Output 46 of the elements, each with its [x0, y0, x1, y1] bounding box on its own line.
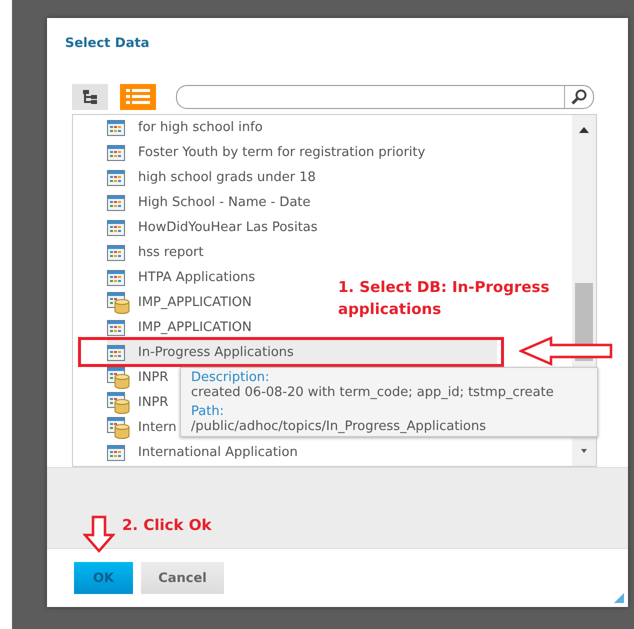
list-item[interactable]: In-Progress Applications [107, 340, 497, 365]
search-field[interactable] [176, 85, 594, 109]
search-icon[interactable] [571, 89, 587, 105]
list-item[interactable]: International Application [107, 440, 300, 465]
table-database-icon [107, 416, 131, 438]
description-label: Description: [191, 370, 270, 385]
list-item[interactable]: hss report [107, 240, 206, 265]
list-item[interactable]: HowDidYouHear Las Positas [107, 215, 320, 240]
table-icon [107, 194, 125, 210]
table-icon [107, 144, 125, 160]
list-icon [126, 89, 150, 105]
table-icon [107, 320, 125, 336]
table-icon [107, 244, 125, 260]
table-icon [107, 344, 125, 360]
table-icon [107, 270, 125, 286]
table-database-icon [107, 366, 131, 388]
list-item[interactable]: High School - Name - Date [107, 190, 313, 215]
scroll-down-icon[interactable] [581, 449, 587, 453]
table-icon [107, 120, 125, 136]
scroll-up-icon[interactable] [579, 127, 589, 133]
path-text: /public/adhoc/topics/In_Progress_Applications [191, 419, 487, 434]
list-item[interactable]: Foster Youth by term for registration priority [107, 140, 428, 165]
list-item[interactable]: Intern [107, 415, 179, 440]
list-view-button[interactable] [120, 84, 156, 110]
cancel-button[interactable]: Cancel [141, 562, 224, 594]
table-icon [107, 220, 125, 236]
table-database-icon [107, 292, 131, 314]
dialog-title: Select Data [65, 36, 150, 50]
down-arrow [83, 515, 115, 553]
table-icon [107, 170, 125, 186]
description-text: created 06-08-20 with term_code; app_id; tstmp_create [191, 385, 555, 400]
list-item[interactable]: HTPA Applications [107, 265, 258, 290]
list-item[interactable]: high school grads under 18 [107, 165, 318, 190]
list-item[interactable]: IMP_APPLICATION [107, 290, 254, 315]
annotation-text: 1. Select DB: In-Progress applications [338, 277, 550, 320]
path-label: Path: [191, 404, 225, 419]
resize-grip-icon[interactable] [614, 593, 624, 603]
list-item[interactable]: IMP_APPLICATION [107, 315, 254, 340]
list-item[interactable]: for high school info [107, 115, 265, 140]
tree-icon [82, 89, 98, 105]
table-database-icon [107, 392, 131, 414]
list-item[interactable]: INPR [107, 390, 170, 415]
tree-view-button[interactable] [72, 84, 108, 110]
annotation-text: 2. Click Ok [122, 516, 212, 534]
table-icon [107, 444, 125, 460]
list-item[interactable]: INPR [107, 365, 170, 390]
